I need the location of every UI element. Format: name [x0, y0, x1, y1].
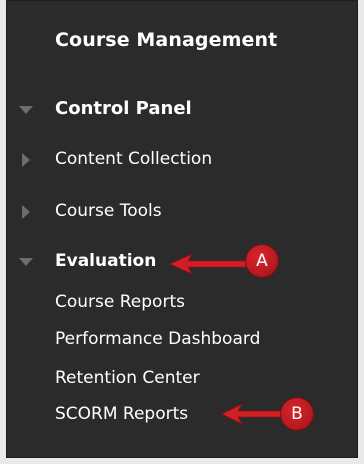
- section-label-course-tools[interactable]: Course Tools: [55, 201, 162, 221]
- section-label-evaluation[interactable]: Evaluation: [55, 251, 156, 271]
- section-content-collection[interactable]: Content Collection: [6, 144, 358, 178]
- expand-triangle-icon[interactable]: [22, 153, 30, 167]
- expand-triangle-icon[interactable]: [22, 205, 30, 219]
- link-retention-center[interactable]: Retention Center: [55, 368, 200, 388]
- section-control-panel[interactable]: Control Panel: [6, 93, 358, 127]
- screenshot-frame: Course Management Control Panel Content …: [0, 0, 364, 464]
- link-course-reports[interactable]: Course Reports: [55, 292, 185, 312]
- callout-badge-a: A: [246, 245, 278, 277]
- link-performance-dashboard[interactable]: Performance Dashboard: [55, 329, 260, 349]
- panel-title: Course Management: [55, 29, 278, 51]
- callout-arrow-b: [222, 403, 286, 425]
- section-label-control-panel[interactable]: Control Panel: [55, 98, 192, 119]
- collapse-triangle-icon[interactable]: [19, 258, 33, 266]
- callout-arrow-a: [170, 253, 250, 275]
- link-scorm-reports[interactable]: SCORM Reports: [55, 404, 188, 424]
- section-course-tools[interactable]: Course Tools: [6, 196, 358, 230]
- callout-badge-b: B: [281, 398, 313, 430]
- section-label-content-collection[interactable]: Content Collection: [55, 149, 212, 169]
- collapse-triangle-icon[interactable]: [19, 106, 33, 114]
- course-management-panel: Course Management Control Panel Content …: [6, 0, 358, 458]
